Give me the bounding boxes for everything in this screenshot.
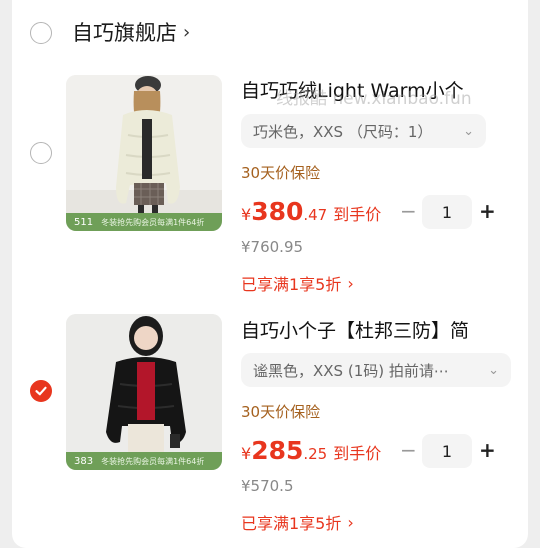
final-price: ¥285.25 到手价 xyxy=(241,436,381,465)
promo-text: 已享满1享5折 xyxy=(241,275,342,294)
price-protection-tag: 30天价保险 xyxy=(241,164,321,182)
price-label: 到手价 xyxy=(333,444,382,463)
chevron-right-icon: › xyxy=(347,273,354,293)
model-cream-jacket-image xyxy=(66,75,222,231)
discount-promo-link[interactable]: 已享满1享5折 › xyxy=(241,271,354,295)
promo-band-count: 511 xyxy=(74,216,94,228)
chevron-right-icon: › xyxy=(183,21,191,43)
watermark: 线报酷 new.xianbao.fun xyxy=(276,89,472,109)
price-decimal: .47 xyxy=(303,206,328,224)
original-price: ¥760.95 xyxy=(241,238,304,256)
promo-band-count: 383 xyxy=(74,455,94,467)
shop-select-radio[interactable] xyxy=(30,22,52,44)
decrease-quantity-button[interactable]: − xyxy=(400,199,417,223)
model-black-jacket-image xyxy=(66,314,222,470)
promo-band: 383 冬装抢先购会员每满1件64折 xyxy=(66,452,222,470)
price-label: 到手价 xyxy=(333,205,382,224)
original-price: ¥570.5 xyxy=(241,477,294,495)
decrease-quantity-button[interactable]: − xyxy=(400,438,417,462)
price-protection-tag: 30天价保险 xyxy=(241,403,321,421)
chevron-down-icon: ⌄ xyxy=(463,123,474,139)
sku-selector[interactable]: 巧米色，XXS （尺码：1） ⌄ xyxy=(241,114,486,148)
increase-quantity-button[interactable]: + xyxy=(479,199,496,223)
checkmark-icon xyxy=(35,386,47,396)
item-select-radio[interactable] xyxy=(30,142,52,164)
promo-band-text: 冬装抢先购会员每满1件64折 xyxy=(101,217,205,227)
chevron-right-icon: › xyxy=(347,512,354,532)
price-integer: 285 xyxy=(251,436,304,465)
chevron-down-icon: ⌄ xyxy=(488,362,499,378)
increase-quantity-button[interactable]: + xyxy=(479,438,496,462)
promo-band-text: 冬装抢先购会员每满1件64折 xyxy=(101,456,205,466)
promo-text: 已享满1享5折 xyxy=(241,514,342,533)
store-cart-card: 自巧旗舰店 › 511 冬装抢先购会员每满1件64折 自巧巧绒Light War… xyxy=(12,0,528,548)
final-price: ¥380.47 到手价 xyxy=(241,197,381,226)
price-decimal: .25 xyxy=(303,445,328,463)
sku-text: 谧黑色，XXS (1码) 拍前请⋯ xyxy=(253,361,449,380)
discount-promo-link[interactable]: 已享满1享5折 › xyxy=(241,510,354,534)
sku-selector[interactable]: 谧黑色，XXS (1码) 拍前请⋯ ⌄ xyxy=(241,353,511,387)
price-currency: ¥ xyxy=(241,205,252,224)
quantity-input[interactable]: 1 xyxy=(422,434,472,468)
product-title[interactable]: 自巧小个子【杜邦三防】简 xyxy=(241,316,521,343)
item-select-radio-checked[interactable] xyxy=(30,380,52,402)
product-thumbnail[interactable]: 511 冬装抢先购会员每满1件64折 xyxy=(66,75,222,231)
sku-text: 巧米色，XXS （尺码：1） xyxy=(253,122,433,141)
shop-name: 自巧旗舰店 xyxy=(72,21,177,45)
promo-band: 511 冬装抢先购会员每满1件64折 xyxy=(66,213,222,231)
price-integer: 380 xyxy=(251,197,304,226)
shop-header-link[interactable]: 自巧旗舰店 › xyxy=(72,17,190,47)
product-thumbnail[interactable]: 383 冬装抢先购会员每满1件64折 xyxy=(66,314,222,470)
price-currency: ¥ xyxy=(241,444,252,463)
quantity-input[interactable]: 1 xyxy=(422,195,472,229)
